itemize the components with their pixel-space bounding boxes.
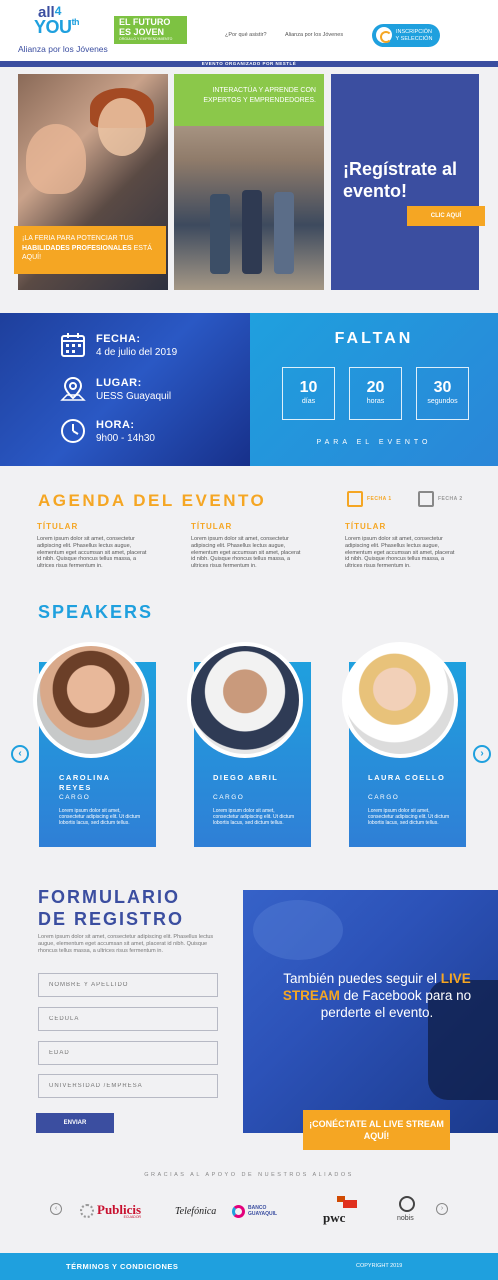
logo-4-text: 4	[54, 4, 62, 18]
countdown-days: 10 días	[282, 367, 335, 420]
speaker-cargo: CARGO	[213, 794, 245, 801]
hero-green-message: INTERACTÚA Y APRENDE CON EXPERTOS Y EMPR…	[174, 74, 324, 126]
terms-link[interactable]: TÉRMINOS Y CONDICIONES	[66, 1262, 178, 1271]
countdown-title: FALTAN	[334, 330, 414, 347]
universidad-empresa-input[interactable]	[38, 1074, 218, 1098]
speaker-name: LAURA COELLO	[368, 773, 446, 782]
lugar-value: UESS Guayaquil	[96, 391, 172, 402]
lugar-label: LUGAR:	[96, 377, 142, 389]
enviar-button[interactable]: ENVIAR	[36, 1113, 114, 1133]
speaker-name: CAROLINA REYES	[59, 773, 111, 792]
logo-you-text: YOU	[34, 17, 72, 37]
calendar-icon	[61, 333, 85, 357]
calendar-icon	[347, 491, 363, 507]
speaker-cargo: CARGO	[59, 794, 91, 801]
nombre-apellido-input[interactable]	[38, 973, 218, 997]
register-panel: ¡Regístrate al evento!	[331, 74, 479, 290]
form-description: Lorem ipsum dolor sit amet, consectetur …	[38, 934, 214, 954]
publicis-logo[interactable]: Publicis ECUADOR	[80, 1196, 141, 1226]
fecha-label: FECHA:	[96, 333, 141, 345]
countdown-hours: 20 horas	[349, 367, 402, 420]
register-cta-button[interactable]: CLIC AQUÍ	[407, 206, 485, 226]
speakers-prev-arrow[interactable]: ‹	[11, 745, 29, 763]
speaker-desc: Lorem ipsum dolor sit amet, consectetur …	[368, 808, 450, 826]
efej-line2: ES JOVEN	[119, 27, 165, 37]
agenda-title: AGENDA DEL EVENTO	[38, 491, 267, 510]
efej-line3: ORGULLO Y EMPRENDIMIENTO	[119, 37, 173, 41]
efej-line1: EL FUTURO	[119, 17, 171, 27]
countdown-subtitle: PARA EL EVENTO	[316, 439, 432, 446]
speaker-cargo: CARGO	[368, 794, 400, 801]
telefonica-logo[interactable]: Telefónica	[175, 1196, 216, 1226]
hora-value: 9h00 - 14h30	[96, 433, 155, 444]
live-stream-button[interactable]: ¡CONÉCTATE AL LIVE STREAM AQUÍ!	[303, 1110, 450, 1150]
live-stream-text: También puedes seguir el LIVE STREAM de …	[282, 971, 472, 1020]
inscripcion-label: INSCRIPCIÓN Y SELECCIÓN	[395, 29, 433, 42]
sponsors-title: GRACIAS AL APOYO DE NUESTROS ALIADOS	[144, 1172, 354, 1178]
cedula-input[interactable]	[38, 1007, 218, 1031]
speaker-desc: Lorem ipsum dolor sit amet, consectetur …	[213, 808, 295, 826]
nav-link-por-que-asistir[interactable]: ¿Por qué asistir?	[225, 32, 267, 38]
sponsors-next-arrow[interactable]: ›	[436, 1203, 448, 1215]
fecha-value: 4 de julio del 2019	[96, 347, 178, 358]
speaker-photo	[342, 642, 458, 758]
organizer-bar: EVENTO ORGANIZADO POR NESTLÉ	[0, 61, 498, 67]
pwc-logo[interactable]: pwc	[323, 1196, 359, 1226]
nobis-logo[interactable]: nobis	[397, 1196, 419, 1226]
site-header: all4 YOUth Alianza por los Jóvenes EL FU…	[0, 0, 498, 61]
inscripcion-icon	[376, 27, 392, 43]
register-title: ¡Regístrate al evento!	[343, 159, 458, 201]
countdown-seconds: 30 segundos	[416, 367, 469, 420]
speakers-title: SPEAKERS	[38, 602, 154, 622]
inscripcion-button[interactable]: INSCRIPCIÓN Y SELECCIÓN	[372, 24, 440, 47]
speaker-photo	[187, 642, 303, 758]
landing-page: all4 YOUth Alianza por los Jóvenes EL FU…	[0, 0, 498, 1280]
site-footer: TÉRMINOS Y CONDICIONES COPYRIGHT 2019	[0, 1253, 498, 1280]
edad-input[interactable]	[38, 1041, 218, 1065]
all4youth-logo[interactable]: all4 YOUth Alianza por los Jóvenes	[18, 4, 108, 56]
agenda-item: TÍTULAR Lorem ipsum dolor sit amet, cons…	[37, 522, 147, 570]
banco-guayaquil-logo[interactable]: BANCO GUAYAQUIL	[232, 1196, 277, 1226]
nav-link-alianza[interactable]: Alianza por los Jóvenes	[285, 32, 343, 38]
logo-tagline: Alianza por los Jóvenes	[18, 44, 108, 54]
sponsors-prev-arrow[interactable]: ‹	[50, 1203, 62, 1215]
location-pin-icon	[60, 376, 86, 401]
form-title: FORMULARIO DE REGISTRO	[38, 887, 185, 929]
hero-orange-message: ¡LA FERIA PARA POTENCIAR TUS HABILIDADES…	[14, 226, 166, 274]
hora-label: HORA:	[96, 419, 135, 431]
agenda-item: TÍTULAR Lorem ipsum dolor sit amet, cons…	[345, 522, 455, 570]
clock-icon	[61, 419, 85, 443]
speaker-desc: Lorem ipsum dolor sit amet, consectetur …	[59, 808, 141, 826]
logo-th-text: th	[71, 17, 80, 27]
calendar-icon	[418, 491, 434, 507]
speaker-photo	[33, 642, 149, 758]
el-futuro-es-joven-logo[interactable]: EL FUTURO ES JOVEN ORGULLO Y EMPRENDIMIE…	[114, 16, 187, 44]
agenda-item: TÍTULAR Lorem ipsum dolor sit amet, cons…	[191, 522, 301, 570]
speakers-next-arrow[interactable]: ›	[473, 745, 491, 763]
copyright-text: COPYRIGHT 2019	[356, 1263, 403, 1269]
speaker-name: DIEGO ABRIL	[213, 773, 279, 782]
